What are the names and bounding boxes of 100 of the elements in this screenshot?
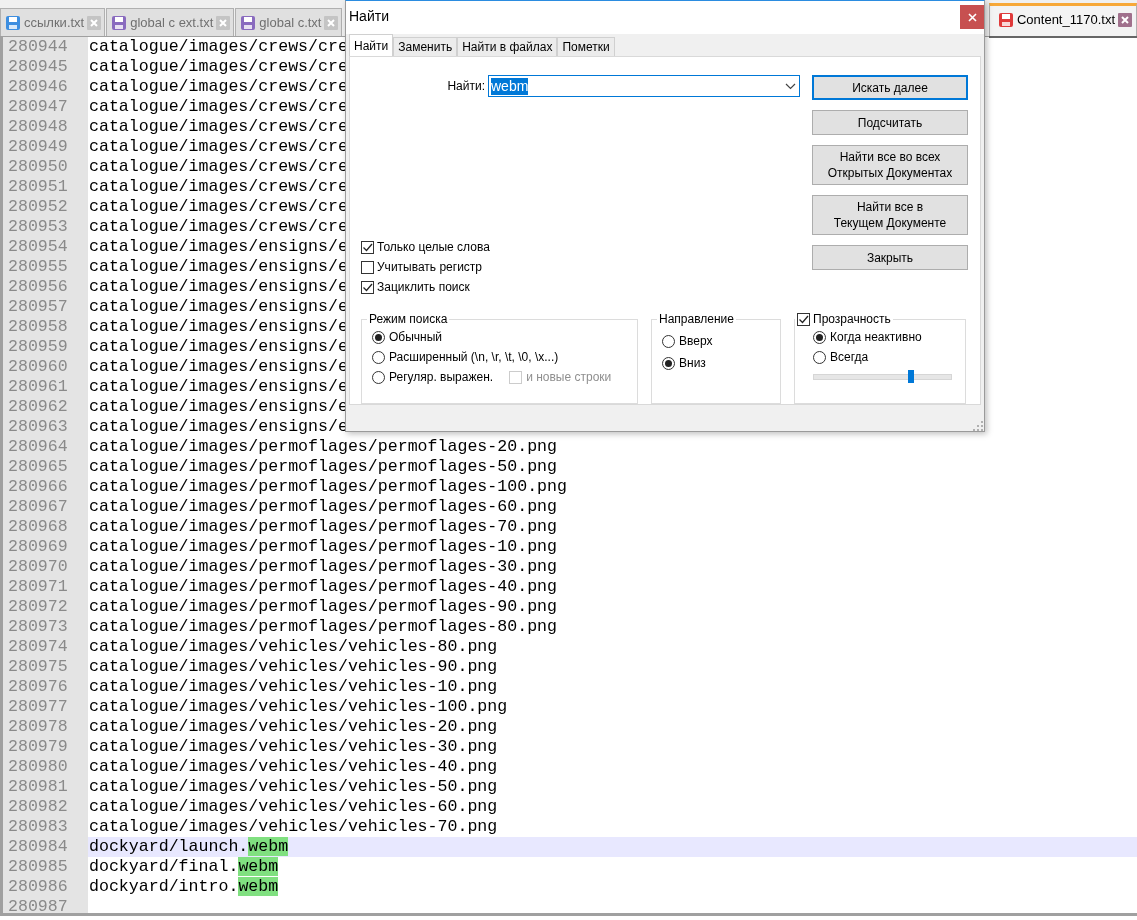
- line-number: 280951: [7, 177, 69, 197]
- line-number: 280960: [7, 357, 69, 377]
- line-number: 280954: [7, 237, 69, 257]
- line-number: 280945: [7, 57, 69, 77]
- checkbox[interactable]: [797, 312, 810, 326]
- code-line: catalogue/images/crews/cre: [89, 177, 348, 196]
- code-line: dockyard/final.webm: [89, 857, 279, 876]
- file-tab[interactable]: global c ext.txt: [106, 8, 235, 36]
- checkbox-label[interactable]: Только целые слова: [377, 240, 490, 254]
- checkbox[interactable]: [361, 260, 374, 274]
- dialog-title: Найти: [349, 7, 390, 24]
- line-number: 280949: [7, 137, 69, 157]
- dialog-tab[interactable]: Найти в файлах: [457, 37, 558, 56]
- code-line: catalogue/images/crews/cre: [89, 137, 348, 156]
- dialog-button[interactable]: Закрыть: [812, 245, 968, 270]
- code-line: catalogue/images/permoflages/permoflages-70.png: [89, 517, 558, 536]
- code-line: catalogue/images/ensigns/e: [89, 417, 348, 436]
- radio-label[interactable]: Расширенный (\n, \r, \t, \0, \x...): [389, 350, 559, 364]
- line-number: 280968: [7, 517, 69, 537]
- code-line: catalogue/images/crews/cre: [89, 97, 348, 116]
- file-tab[interactable]: ссылки.txt: [0, 8, 106, 36]
- code-line: catalogue/images/permoflages/permoflages-80.png: [89, 617, 558, 636]
- dialog-button[interactable]: Найти все во всех Открытых Документах: [812, 145, 968, 185]
- line-number: 280956: [7, 277, 69, 297]
- code-line: catalogue/images/vehicles/vehicles-50.png: [89, 777, 498, 796]
- code-line: catalogue/images/crews/cre: [89, 197, 348, 216]
- line-number: 280950: [7, 157, 69, 177]
- code-line: catalogue/images/vehicles/vehicles-10.png: [89, 677, 498, 696]
- line-number: 280959: [7, 337, 69, 357]
- radio-button[interactable]: [813, 350, 826, 364]
- code-line: catalogue/images/crews/cre: [89, 157, 348, 176]
- dialog-tab[interactable]: Заменить: [393, 37, 458, 56]
- line-number: 280969: [7, 537, 69, 557]
- dialog-tab[interactable]: Пометки: [557, 37, 615, 56]
- code-line: catalogue/images/vehicles/vehicles-20.png: [89, 717, 498, 736]
- code-line: dockyard/intro.webm: [89, 877, 279, 896]
- radio-button[interactable]: [662, 334, 675, 348]
- dialog-button[interactable]: Подсчитать: [812, 110, 968, 135]
- radio-label[interactable]: Обычный: [389, 330, 443, 344]
- code-line: catalogue/images/ensigns/e: [89, 277, 348, 296]
- code-line: catalogue/images/ensigns/e: [89, 297, 348, 316]
- line-number: 280965: [7, 457, 69, 477]
- code-line: catalogue/images/ensigns/e: [89, 397, 348, 416]
- radio-button[interactable]: [372, 350, 385, 364]
- code-line: catalogue/images/crews/cre: [89, 37, 348, 56]
- file-tab[interactable]: Content_1170.txt: [988, 3, 1137, 36]
- code-line: catalogue/images/permoflages/permoflages-90.png: [89, 597, 558, 616]
- radio-button[interactable]: [813, 330, 826, 344]
- line-number: 280963: [7, 417, 69, 437]
- code-line: catalogue/images/permoflages/permoflages-10.png: [89, 537, 558, 556]
- code-line: catalogue/images/ensigns/e: [89, 257, 348, 276]
- radio-button[interactable]: [662, 356, 675, 370]
- code-line: catalogue/images/permoflages/permoflages-100.png: [89, 477, 567, 496]
- checkbox-label[interactable]: Зациклить поиск: [377, 280, 470, 294]
- checkbox[interactable]: [361, 280, 374, 294]
- resize-grip-icon[interactable]: [973, 421, 983, 431]
- line-number: 280964: [7, 437, 69, 457]
- code-line: catalogue/images/crews/cre: [89, 57, 348, 76]
- code-line: catalogue/images/crews/cre: [89, 77, 348, 96]
- dialog-tab[interactable]: Найти: [349, 34, 394, 56]
- dialog-button[interactable]: Искать далее: [812, 75, 968, 100]
- line-number: 280981: [7, 777, 69, 797]
- slider-thumb[interactable]: [908, 370, 915, 383]
- line-number: 280958: [7, 317, 69, 337]
- radio-label[interactable]: Вниз: [679, 356, 706, 370]
- line-number: 280972: [7, 597, 69, 617]
- line-number: 280966: [7, 477, 69, 497]
- code-line: catalogue/images/ensigns/e: [89, 237, 348, 256]
- line-number: 280982: [7, 797, 69, 817]
- radio-label[interactable]: Регуляр. выражен.: [389, 370, 494, 384]
- radio-button[interactable]: [372, 370, 385, 384]
- checkbox-label[interactable]: Учитывать регистр: [377, 260, 483, 274]
- line-number: 280962: [7, 397, 69, 417]
- radio-label[interactable]: Всегда: [830, 350, 869, 364]
- code-line: catalogue/images/vehicles/vehicles-90.png: [89, 657, 498, 676]
- radio-button[interactable]: [372, 330, 385, 344]
- checkbox[interactable]: [361, 240, 374, 254]
- code-line: catalogue/images/permoflages/permoflages-30.png: [89, 557, 558, 576]
- line-number: 280975: [7, 657, 69, 677]
- line-number: 280986: [7, 877, 69, 897]
- code-line: catalogue/images/permoflages/permoflages-50.png: [89, 457, 558, 476]
- dialog-button[interactable]: Найти все в Текущем Документе: [812, 195, 968, 235]
- line-number: 280967: [7, 497, 69, 517]
- radio-label[interactable]: Когда неактивно: [830, 330, 922, 344]
- line-number: 280953: [7, 217, 69, 237]
- line-number: 280976: [7, 677, 69, 697]
- code-line: catalogue/images/vehicles/vehicles-40.png: [89, 757, 498, 776]
- code-line: catalogue/images/ensigns/e: [89, 337, 348, 356]
- code-line: catalogue/images/crews/cre: [89, 117, 348, 136]
- checkbox-label[interactable]: Прозрачность: [813, 312, 891, 326]
- code-line: dockyard/launch.webm: [89, 837, 289, 856]
- file-tab[interactable]: global c.txt: [235, 8, 343, 36]
- code-line: catalogue/images/vehicles/vehicles-80.png: [89, 637, 498, 656]
- close-button[interactable]: [960, 5, 984, 29]
- line-number: 280957: [7, 297, 69, 317]
- code-line: catalogue/images/permoflages/permoflages-60.png: [89, 497, 558, 516]
- find-field[interactable]: webm: [488, 75, 800, 97]
- radio-label[interactable]: Вверх: [679, 334, 713, 348]
- group-title: Направление: [658, 312, 735, 326]
- close-icon[interactable]: [1118, 12, 1132, 27]
